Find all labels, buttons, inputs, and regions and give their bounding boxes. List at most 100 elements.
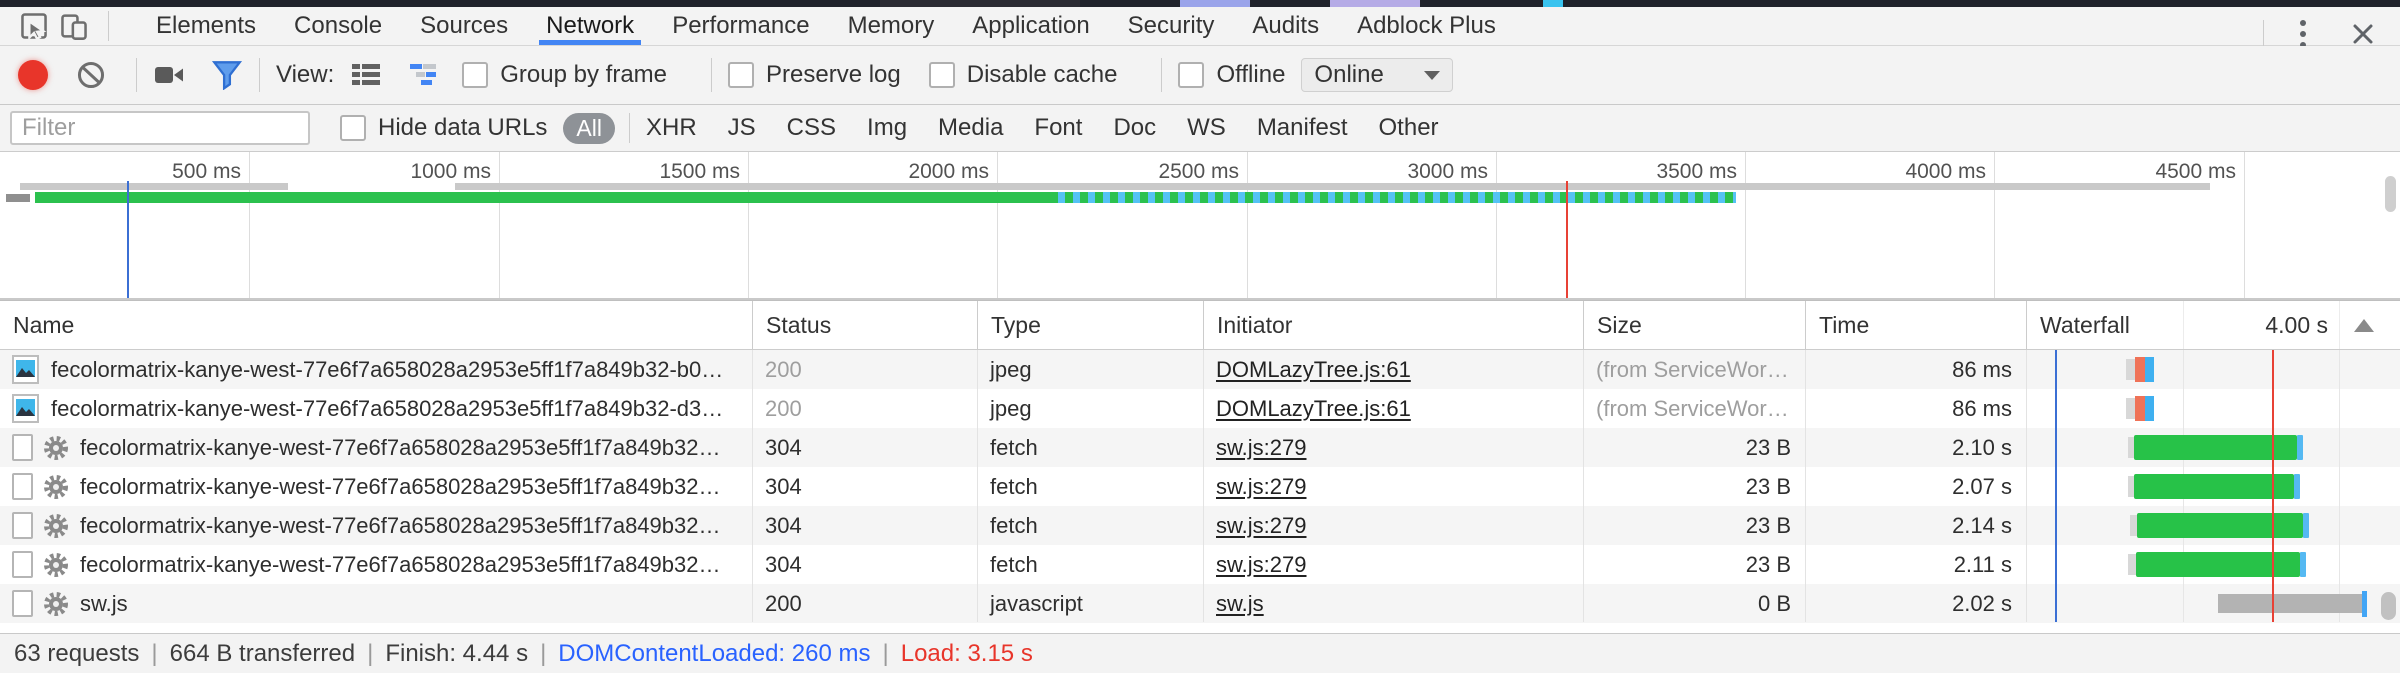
- filter-type-ws[interactable]: WS: [1187, 114, 1226, 142]
- initiator-link[interactable]: sw.js:279: [1216, 552, 1307, 578]
- device-toolbar-icon[interactable]: [54, 10, 94, 42]
- vertical-scrollbar-thumb[interactable]: [2381, 592, 2396, 620]
- panel-tabs: ElementsConsoleSourcesNetworkPerformance…: [137, 7, 1515, 45]
- image-thumbnail-icon: [12, 394, 39, 423]
- clear-icon[interactable]: [76, 60, 106, 90]
- filter-type-js[interactable]: JS: [728, 114, 756, 142]
- table-row[interactable]: fecolormatrix-kanye-west-77e6f7a658028a2…: [0, 350, 2400, 389]
- chevron-down-icon: [1424, 71, 1440, 80]
- time-cell: 2.14 s: [1805, 506, 2026, 545]
- overview-gray-bar: [20, 183, 288, 190]
- filter-type-css[interactable]: CSS: [787, 114, 836, 142]
- initiator-cell: sw.js:279: [1203, 545, 1583, 584]
- ruler-gridline: [748, 152, 749, 298]
- waterfall-scale-label: 4.00 s: [2265, 301, 2328, 349]
- status-cell: 304: [752, 428, 977, 467]
- name-cell: fecolormatrix-kanye-west-77e6f7a658028a2…: [0, 467, 752, 506]
- size-cell: (from ServiceWor…: [1583, 389, 1805, 428]
- waterfall-gridline: [2339, 301, 2340, 349]
- column-header-size[interactable]: Size: [1583, 301, 1805, 349]
- load-time: Load: 3.15 s: [901, 640, 1033, 668]
- table-row[interactable]: fecolormatrix-kanye-west-77e6f7a658028a2…: [0, 506, 2400, 545]
- separator: |: [540, 640, 546, 668]
- table-row[interactable]: sw.js200javascript0 B2.02 ssw.js: [0, 584, 2400, 623]
- column-header-waterfall[interactable]: Waterfall: [2026, 301, 2400, 349]
- tab-application[interactable]: Application: [953, 7, 1108, 45]
- filter-type-other[interactable]: Other: [1379, 114, 1439, 142]
- network-overview-timeline[interactable]: 500 ms1000 ms1500 ms2000 ms2500 ms3000 m…: [0, 152, 2400, 300]
- overview-scrollbar-thumb[interactable]: [2385, 176, 2396, 212]
- hide-data-urls-checkbox[interactable]: [340, 115, 366, 141]
- ruler-gridline: [249, 152, 250, 298]
- column-separator: [2026, 350, 2027, 622]
- initiator-link[interactable]: DOMLazyTree.js:61: [1216, 396, 1411, 422]
- filter-type-doc[interactable]: Doc: [1113, 114, 1156, 142]
- tab-memory[interactable]: Memory: [829, 7, 954, 45]
- initiator-link[interactable]: sw.js: [1216, 591, 1264, 617]
- ruler-tick-label: 1500 ms: [540, 160, 740, 184]
- column-header-time[interactable]: Time: [1805, 301, 2026, 349]
- request-name: fecolormatrix-kanye-west-77e6f7a658028a2…: [51, 357, 723, 383]
- tab-audits[interactable]: Audits: [1233, 7, 1338, 45]
- column-separator: [1203, 350, 1204, 622]
- column-header-type[interactable]: Type: [977, 301, 1203, 349]
- document-icon: [12, 551, 33, 578]
- more-options-icon[interactable]: [2280, 20, 2326, 48]
- disable-cache-checkbox[interactable]: [929, 62, 955, 88]
- tab-performance[interactable]: Performance: [653, 7, 828, 45]
- table-row[interactable]: fecolormatrix-kanye-west-77e6f7a658028a2…: [0, 545, 2400, 584]
- tab-security[interactable]: Security: [1109, 7, 1234, 45]
- group-by-frame-label: Group by frame: [500, 61, 667, 89]
- filter-icon[interactable]: [211, 60, 243, 90]
- tab-network[interactable]: Network: [527, 7, 653, 45]
- filter-type-all[interactable]: All: [563, 113, 615, 144]
- tab-console[interactable]: Console: [275, 7, 401, 45]
- hide-data-urls-label: Hide data URLs: [378, 114, 547, 142]
- initiator-link[interactable]: sw.js:279: [1216, 474, 1307, 500]
- initiator-link[interactable]: sw.js:279: [1216, 435, 1307, 461]
- overview-gray-bar: [455, 183, 2210, 190]
- table-row[interactable]: fecolormatrix-kanye-west-77e6f7a658028a2…: [0, 428, 2400, 467]
- service-worker-gear-icon: [42, 551, 70, 579]
- initiator-link[interactable]: DOMLazyTree.js:61: [1216, 357, 1411, 383]
- ruler-tick-label: 3000 ms: [1288, 160, 1488, 184]
- document-icon: [12, 590, 33, 617]
- filter-type-media[interactable]: Media: [938, 114, 1003, 142]
- filter-input[interactable]: [10, 111, 310, 145]
- filter-type-font[interactable]: Font: [1034, 114, 1082, 142]
- inspect-element-icon[interactable]: [14, 10, 54, 42]
- preserve-log-checkbox[interactable]: [728, 62, 754, 88]
- disable-cache-checkbox-group: Disable cache: [929, 61, 1118, 89]
- capture-screenshots-icon[interactable]: [153, 62, 187, 88]
- table-row[interactable]: fecolormatrix-kanye-west-77e6f7a658028a2…: [0, 389, 2400, 428]
- column-header-initiator[interactable]: Initiator: [1203, 301, 1583, 349]
- tab-adblock-plus[interactable]: Adblock Plus: [1338, 7, 1515, 45]
- column-header-name[interactable]: Name: [0, 301, 752, 349]
- offline-checkbox[interactable]: [1178, 62, 1204, 88]
- network-throttling-select[interactable]: Online: [1301, 58, 1453, 92]
- filter-type-manifest[interactable]: Manifest: [1257, 114, 1348, 142]
- filter-type-xhr[interactable]: XHR: [646, 114, 697, 142]
- column-header-status[interactable]: Status: [752, 301, 977, 349]
- name-cell: fecolormatrix-kanye-west-77e6f7a658028a2…: [0, 350, 752, 389]
- filter-type-img[interactable]: Img: [867, 114, 907, 142]
- tab-elements[interactable]: Elements: [137, 7, 275, 45]
- offline-checkbox-group: Offline: [1178, 61, 1285, 89]
- tab-sources[interactable]: Sources: [401, 7, 527, 45]
- name-cell: fecolormatrix-kanye-west-77e6f7a658028a2…: [0, 389, 752, 428]
- waterfall-cell: [2026, 389, 2400, 428]
- large-request-rows-icon[interactable]: [350, 61, 382, 89]
- show-overview-icon[interactable]: [408, 61, 442, 89]
- record-network-log-button[interactable]: [18, 60, 48, 90]
- group-by-frame-checkbox[interactable]: [462, 62, 488, 88]
- sort-arrow-icon[interactable]: [2354, 319, 2374, 332]
- waterfall-bar-gray: [2218, 594, 2362, 613]
- close-devtools-icon[interactable]: [2326, 21, 2400, 47]
- initiator-link[interactable]: sw.js:279: [1216, 513, 1307, 539]
- table-row[interactable]: fecolormatrix-kanye-west-77e6f7a658028a2…: [0, 467, 2400, 506]
- waterfall-bar-orange: [2135, 357, 2145, 382]
- throttling-value: Online: [1314, 61, 1383, 89]
- tab-label: Adblock Plus: [1357, 12, 1496, 40]
- waterfall-gridline: [2339, 350, 2340, 622]
- ruler-gridline: [997, 152, 998, 298]
